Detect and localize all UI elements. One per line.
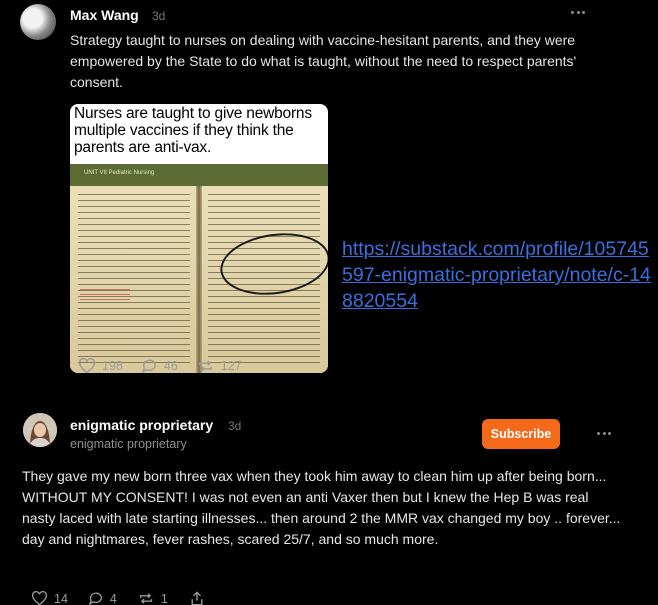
restack-count: 127 bbox=[220, 359, 242, 373]
comment-bubble-icon bbox=[141, 359, 156, 374]
note-post: Max Wang 3d Strategy taught to nurses on… bbox=[0, 0, 658, 395]
like-count: 198 bbox=[102, 359, 123, 373]
more-dots-icon[interactable] bbox=[571, 8, 585, 16]
post-text: Strategy taught to nurses on dealing wit… bbox=[70, 32, 577, 90]
reply-author-name[interactable]: enigmatic proprietary bbox=[70, 417, 213, 433]
restack-button[interactable]: 1 bbox=[137, 591, 168, 605]
restack-arrows-icon bbox=[198, 360, 212, 372]
more-dots-icon[interactable] bbox=[597, 429, 611, 437]
comment-button[interactable]: 46 bbox=[141, 358, 178, 374]
heart-icon bbox=[78, 358, 96, 374]
textbook-page: UNIT VII Pediatric Nursing bbox=[70, 164, 328, 373]
comment-count: 46 bbox=[163, 359, 178, 373]
restack-arrows-icon bbox=[139, 593, 152, 604]
restack-button[interactable]: 127 bbox=[196, 358, 242, 374]
post-image[interactable]: Nurses are taught to give newborns multi… bbox=[70, 104, 328, 373]
reply-actions: 14 4 1 bbox=[31, 591, 204, 605]
image-caption: Nurses are taught to give newborns multi… bbox=[74, 105, 312, 156]
reply-time: 3d bbox=[228, 419, 242, 433]
author-name[interactable]: Max Wang bbox=[70, 7, 139, 23]
heart-icon bbox=[31, 591, 48, 605]
note-link[interactable]: https://substack.com/profile/105745597-e… bbox=[342, 236, 652, 314]
comment-count: 4 bbox=[109, 591, 117, 605]
page-header: UNIT VII Pediatric Nursing bbox=[84, 170, 155, 176]
like-count: 14 bbox=[54, 591, 68, 605]
reply-text: They gave my new born three vax when the… bbox=[22, 468, 621, 547]
reply-handle[interactable]: enigmatic proprietary bbox=[70, 437, 187, 451]
comment-button[interactable]: 4 bbox=[88, 591, 117, 605]
like-button[interactable]: 14 bbox=[31, 591, 68, 605]
reply-avatar[interactable] bbox=[23, 413, 57, 447]
restack-count: 1 bbox=[160, 591, 168, 605]
share-button[interactable] bbox=[190, 591, 204, 605]
like-button[interactable]: 198 bbox=[78, 358, 123, 374]
author-avatar[interactable] bbox=[20, 4, 56, 40]
person-photo bbox=[23, 413, 57, 447]
subscribe-button[interactable]: Subscribe bbox=[482, 419, 560, 449]
post-time: 3d bbox=[152, 9, 166, 23]
post-actions: 198 46 127 bbox=[78, 358, 242, 374]
share-icon bbox=[191, 591, 203, 605]
comment-bubble-icon bbox=[88, 592, 102, 605]
